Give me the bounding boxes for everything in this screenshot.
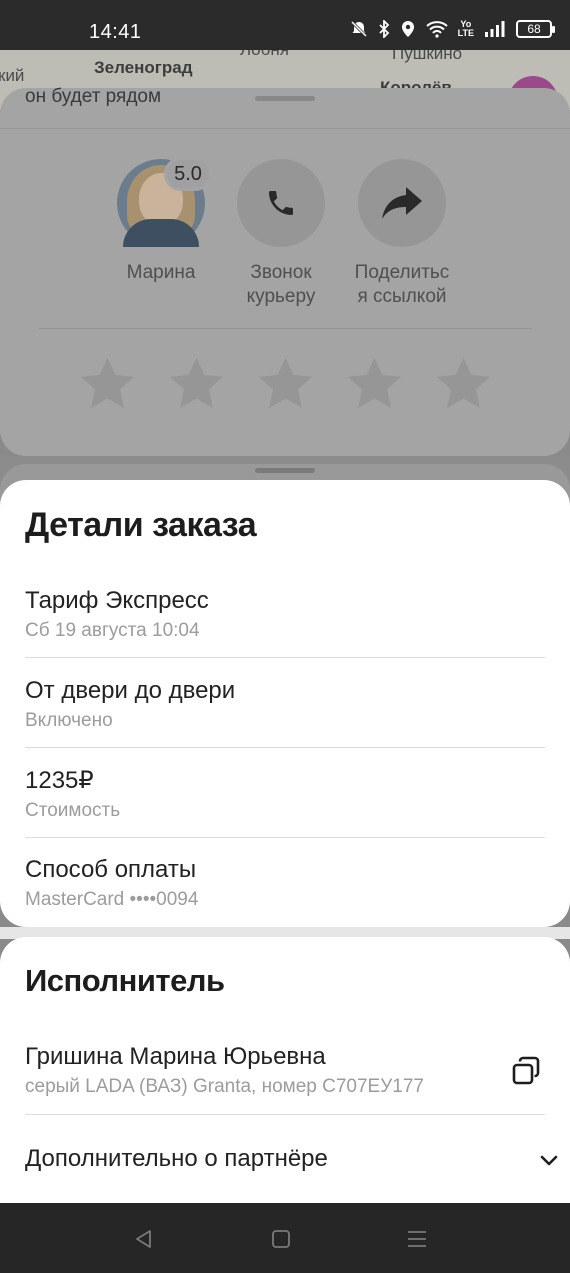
divider (38, 328, 532, 329)
map-label: Зеленоград (94, 58, 193, 77)
status-icons: Yo LTE 68 (350, 19, 555, 38)
order-row-tariff[interactable]: Тариф Экспресс Сб 19 августа 10:04 (25, 587, 545, 642)
star-icon[interactable] (256, 354, 315, 413)
share-label-line2: я ссылкой (357, 286, 447, 307)
share-arrow-icon (382, 187, 422, 219)
lte-icon: Yo LTE (457, 19, 474, 38)
share-link-button[interactable]: Поделитьс я ссылкой (347, 159, 457, 309)
order-row-payment[interactable]: Способ оплаты MasterCard ••••0094 (25, 856, 545, 911)
phone-icon (269, 191, 293, 215)
rating-badge: 5.0 (164, 157, 212, 191)
call-label-line2: курьеру (246, 286, 316, 307)
executor-name: Гришина Марина Юрьевна (25, 1043, 326, 1070)
courier-profile[interactable]: 5.0 Марина (106, 157, 216, 285)
home-square-icon[interactable] (270, 1228, 292, 1250)
divider (25, 837, 545, 838)
divider (25, 1114, 545, 1115)
call-courier-button[interactable]: Звонок курьеру (226, 159, 336, 309)
bluetooth-icon (379, 20, 389, 38)
executor-title: Исполнитель (25, 963, 225, 998)
map-label: Пушкино (392, 50, 463, 63)
executor-car: серый LADA (ВАЗ) Granta, номер С707ЕУ177 (25, 1076, 424, 1097)
partner-info-label: Дополнительно о партнёре (25, 1145, 328, 1172)
partner-info-row[interactable]: Дополнительно о партнёре (25, 1145, 505, 1173)
call-label-line1: Звонок (250, 262, 312, 283)
executor-row[interactable]: Гришина Марина Юрьевна серый LADA (ВАЗ) … (25, 1043, 495, 1098)
row-subtitle: Сб 19 августа 10:04 (25, 620, 200, 641)
wifi-icon (425, 21, 448, 38)
map-label: кий (0, 66, 25, 85)
divider (25, 747, 545, 748)
share-label: Поделитьс я ссылкой (347, 261, 457, 309)
executor-card: Исполнитель Гришина Марина Юрьевна серый… (0, 937, 570, 1203)
share-label-line1: Поделитьс (354, 262, 450, 283)
star-icon[interactable] (167, 354, 226, 413)
courier-sheet: он будет рядом 5.0 Марина Звонок курьеру… (0, 86, 570, 456)
mute-bell-icon (350, 20, 367, 38)
navigation-bar (0, 1203, 570, 1273)
status-time: 14:41 (89, 21, 142, 43)
row-title: Тариф Экспресс (25, 587, 209, 614)
order-details-title: Детали заказа (25, 506, 257, 544)
sheet-handle[interactable] (255, 468, 315, 473)
divider (0, 128, 570, 129)
copy-icon (512, 1056, 540, 1085)
divider (25, 657, 545, 658)
row-subtitle: Включено (25, 710, 113, 731)
star-icon[interactable] (345, 354, 404, 413)
rating-stars[interactable] (78, 354, 493, 413)
row-subtitle: Стоимость (25, 800, 121, 821)
row-title: 1235₽ (25, 767, 94, 794)
chevron-down-icon[interactable] (537, 1149, 561, 1173)
copy-button[interactable] (508, 1053, 544, 1089)
call-label: Звонок курьеру (226, 261, 336, 309)
share-button-circle[interactable] (358, 159, 446, 247)
courier-status-text: он будет рядом (25, 86, 162, 107)
call-button-circle[interactable] (237, 159, 325, 247)
avatar[interactable]: 5.0 (117, 157, 212, 247)
order-row-door[interactable]: От двери до двери Включено (25, 677, 545, 732)
battery-indicator: 68 (516, 20, 555, 38)
signal-icon (485, 21, 505, 37)
star-icon[interactable] (434, 354, 493, 413)
star-icon[interactable] (78, 354, 137, 413)
back-triangle-icon[interactable] (133, 1228, 155, 1250)
map-label: Лобня (240, 50, 289, 60)
order-row-price[interactable]: 1235₽ Стоимость (25, 766, 545, 822)
row-title: От двери до двери (25, 677, 236, 704)
status-bar: 14:41 Yo LTE 68 (0, 0, 570, 50)
menu-lines-icon[interactable] (406, 1228, 428, 1250)
location-icon (401, 21, 414, 37)
order-details-card: Детали заказа Тариф Экспресс Сб 19 авгус… (0, 480, 570, 927)
courier-name: Марина (126, 262, 196, 283)
row-title: Способ оплаты (25, 856, 197, 883)
row-subtitle: MasterCard ••••0094 (25, 889, 199, 910)
sheet-handle[interactable] (255, 96, 315, 101)
